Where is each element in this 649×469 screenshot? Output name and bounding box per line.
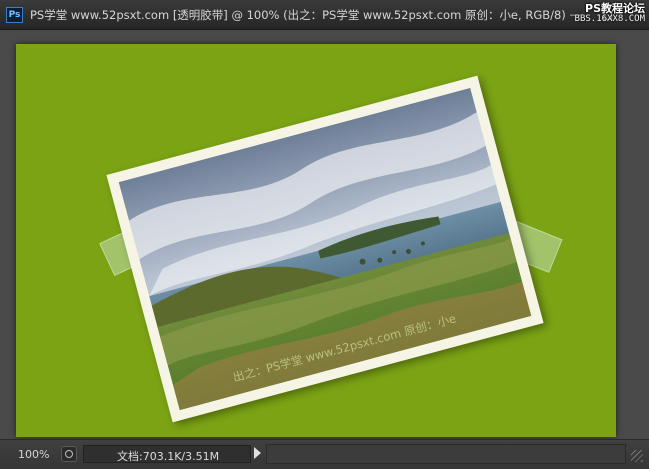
document-info-icon[interactable] xyxy=(61,446,77,462)
document-canvas[interactable]: 出之：PS学堂 www.52psxt.com 原创：小e xyxy=(16,44,616,437)
canvas-area[interactable]: 出之：PS学堂 www.52psxt.com 原创：小e xyxy=(0,30,649,439)
document-title-bar: Ps PS学堂 www.52psxt.com [透明胶带] @ 100% (出之… xyxy=(0,0,649,30)
landscape-photo xyxy=(118,87,532,411)
horizontal-scrollbar[interactable] xyxy=(266,444,626,464)
forum-watermark: PS教程论坛 BBS.16XX8.COM xyxy=(575,3,645,25)
document-tab-title[interactable]: PS学堂 www.52psxt.com [透明胶带] @ 100% (出之：PS… xyxy=(30,8,566,22)
doc-size-label: 文档:703.1K/3.51M xyxy=(117,450,220,463)
photo-frame xyxy=(106,75,544,423)
status-menu-arrow-icon[interactable] xyxy=(254,447,261,459)
photoshop-app-icon: Ps xyxy=(6,7,23,23)
zoom-level[interactable]: 100% xyxy=(18,448,49,461)
forum-url: BBS.16XX8.COM xyxy=(574,14,645,24)
status-bar: 100% 文档:703.1K/3.51M xyxy=(0,439,649,469)
forum-name: PS教程论坛 xyxy=(585,2,645,15)
resize-grip-icon[interactable] xyxy=(631,450,643,462)
